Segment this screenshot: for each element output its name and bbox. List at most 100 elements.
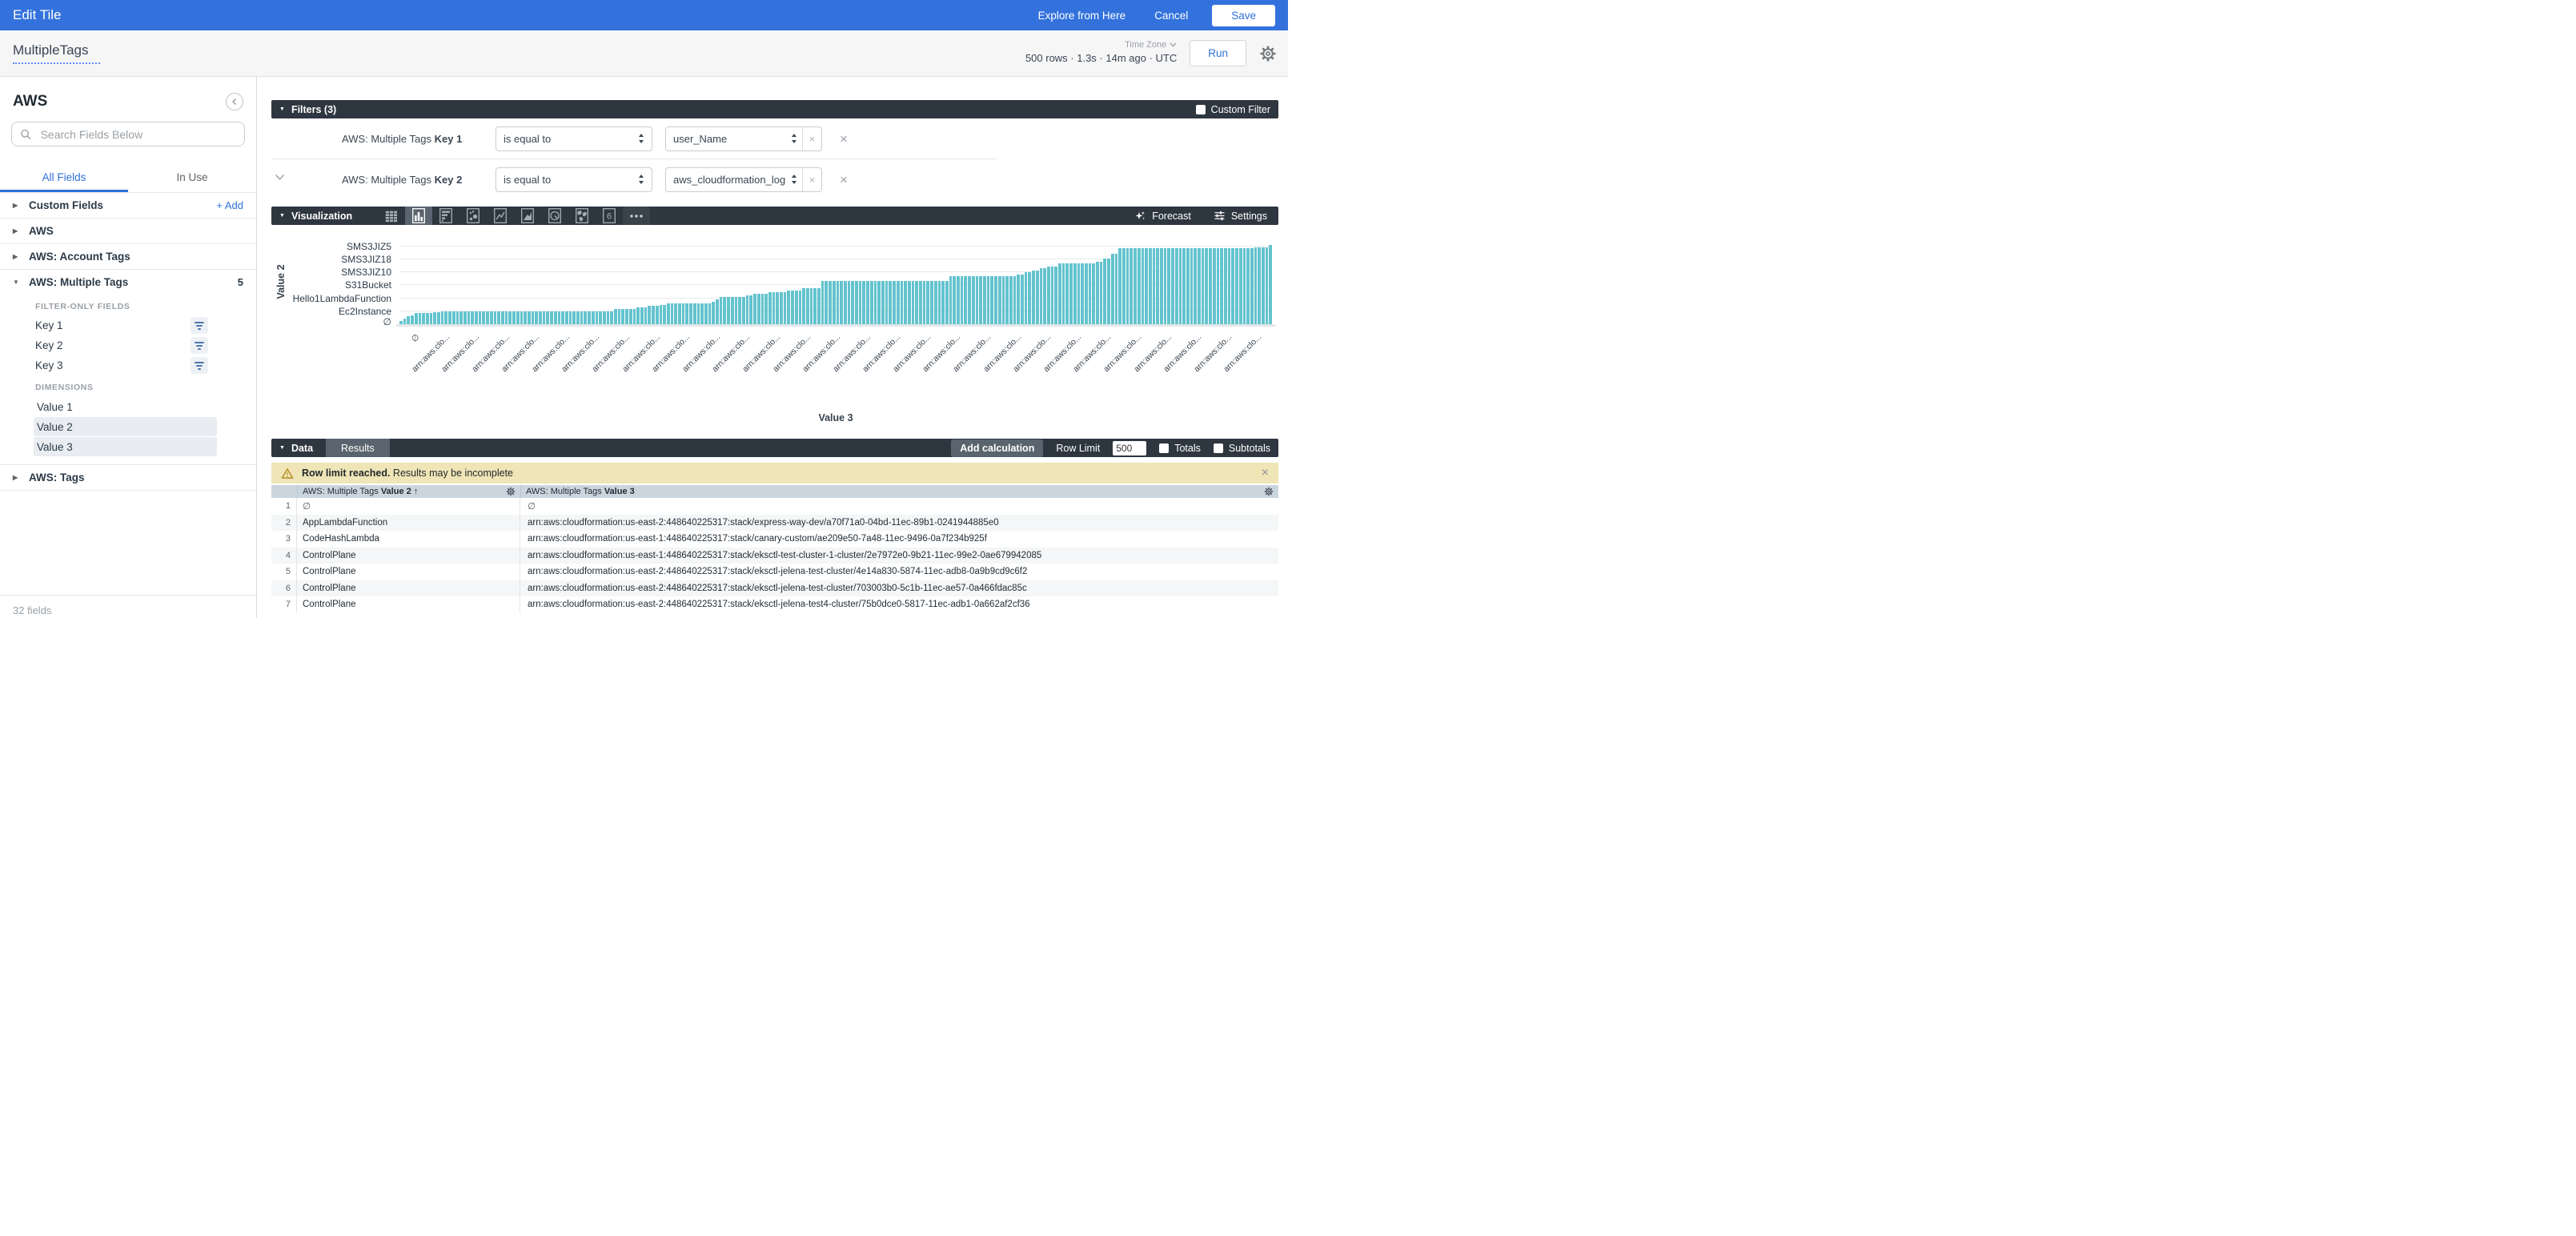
sidebar-item-aws-multiple-tags[interactable]: ▼ AWS: Multiple Tags 5 — [0, 269, 256, 295]
chart-bar — [855, 281, 858, 324]
cell-value-3[interactable]: arn:aws:cloudformation:us-east-2:4486402… — [520, 580, 1278, 597]
scatter-chart-icon[interactable] — [459, 207, 487, 225]
chart-bar — [490, 311, 493, 324]
custom-filter-checkbox[interactable] — [1196, 105, 1206, 114]
cell-value-2[interactable]: ControlPlane — [297, 548, 520, 564]
more-chart-types-icon[interactable] — [623, 207, 650, 225]
cell-value-3[interactable]: arn:aws:cloudformation:us-east-2:4486402… — [520, 596, 1278, 613]
chart-bar — [746, 295, 749, 324]
add-calculation-button[interactable]: Add calculation — [951, 439, 1043, 457]
cell-value-3[interactable]: arn:aws:cloudformation:us-east-2:4486402… — [520, 515, 1278, 532]
filter-icon[interactable] — [191, 317, 208, 334]
totals-toggle[interactable]: Totals — [1159, 443, 1201, 454]
collapse-sidebar-button[interactable] — [226, 93, 243, 110]
totals-checkbox[interactable] — [1159, 443, 1169, 453]
save-button[interactable]: Save — [1212, 5, 1275, 26]
caret-down-icon[interactable]: ▼ — [279, 106, 285, 112]
chart-bar — [652, 306, 655, 324]
clear-value-icon[interactable]: × — [802, 127, 821, 150]
column-chart-icon[interactable] — [405, 207, 432, 225]
caret-down-icon[interactable]: ▼ — [279, 213, 285, 219]
cell-value-3[interactable]: arn:aws:cloudformation:us-east-2:4486402… — [520, 564, 1278, 580]
chart-bar — [558, 311, 561, 324]
y-tick-label: ∅ — [383, 316, 391, 327]
field-key-3[interactable]: Key 3 — [0, 355, 256, 375]
pie-chart-icon[interactable] — [541, 207, 568, 225]
cell-value-2[interactable]: CodeHashLambda — [297, 531, 520, 548]
caret-down-icon[interactable]: ▼ — [279, 445, 285, 451]
cancel-button[interactable]: Cancel — [1154, 10, 1188, 22]
line-chart-icon[interactable] — [487, 207, 514, 225]
sidebar-item-custom-fields[interactable]: ▶ Custom Fields + Add — [0, 192, 256, 218]
viz-settings-button[interactable]: Settings — [1214, 210, 1267, 222]
search-input[interactable] — [39, 127, 236, 142]
tab-all-fields[interactable]: All Fields — [0, 164, 128, 192]
subtotals-checkbox[interactable] — [1214, 443, 1223, 453]
chart-bar — [667, 303, 670, 324]
explore-from-here-button[interactable]: Explore from Here — [1038, 10, 1126, 22]
run-button[interactable]: Run — [1190, 40, 1246, 66]
clear-value-icon[interactable]: × — [802, 168, 821, 191]
chart-bar — [629, 309, 632, 324]
chart-bar — [784, 292, 787, 324]
tab-results[interactable]: Results — [326, 439, 390, 457]
select-spinner-icon — [638, 133, 644, 144]
field-search[interactable] — [11, 122, 245, 146]
gear-icon[interactable] — [506, 487, 516, 496]
single-value-icon[interactable]: 6 — [596, 207, 623, 225]
filter-icon[interactable] — [191, 357, 208, 374]
chart-bar — [1069, 263, 1073, 324]
field-value-3[interactable]: Value 3 — [34, 437, 217, 456]
tab-in-use[interactable]: In Use — [128, 164, 256, 192]
bar-chart-icon[interactable] — [432, 207, 459, 225]
field-value-1[interactable]: Value 1 — [34, 397, 217, 416]
sidebar-item-aws-tags[interactable]: ▶ AWS: Tags — [0, 464, 256, 490]
cell-value-3[interactable]: arn:aws:cloudformation:us-east-1:4486402… — [520, 548, 1278, 564]
warning-bold-text: Row limit reached. — [302, 468, 390, 479]
table-chart-icon[interactable] — [378, 207, 405, 225]
filter-operator-select[interactable]: is equal to — [496, 167, 652, 192]
custom-filter-toggle[interactable]: Custom Filter — [1196, 104, 1278, 115]
chart-bar — [844, 281, 847, 324]
sidebar-item-aws[interactable]: ▶ AWS — [0, 218, 256, 243]
field-key-2[interactable]: Key 2 — [0, 335, 256, 355]
chart-bar — [1194, 248, 1197, 324]
cell-value-2[interactable]: ControlPlane — [297, 580, 520, 597]
filters-section-header[interactable]: ▼ Filters (3) Custom Filter — [271, 100, 1278, 118]
row-limit-input[interactable] — [1113, 441, 1146, 455]
field-key-1[interactable]: Key 1 — [0, 315, 256, 335]
filter-icon[interactable] — [191, 337, 208, 354]
chart-bar — [467, 311, 471, 324]
time-zone-dropdown[interactable]: Time Zone — [1125, 40, 1177, 50]
remove-filter-icon[interactable]: × — [840, 173, 848, 187]
cell-value-2[interactable]: ControlPlane — [297, 564, 520, 580]
gear-icon[interactable] — [1264, 487, 1274, 496]
sidebar-item-aws-account-tags[interactable]: ▶ AWS: Account Tags — [0, 243, 256, 269]
time-zone-label: Time Zone — [1125, 40, 1166, 50]
filter-value-select[interactable]: user_Name × — [665, 126, 822, 151]
column-header-value-2[interactable]: AWS: Multiple Tags Value 2 ↑ — [297, 485, 520, 498]
cell-value-2[interactable]: ∅ — [297, 498, 520, 515]
data-header-label: Data — [291, 443, 313, 454]
chart-bar — [528, 311, 531, 324]
chart-bar — [459, 311, 463, 324]
add-custom-field-button[interactable]: + Add — [216, 199, 243, 211]
forecast-button[interactable]: Forecast — [1134, 210, 1191, 222]
expand-filter-chevron-icon[interactable] — [275, 174, 285, 181]
cell-value-3[interactable]: ∅ — [520, 498, 1278, 515]
column-header-value-3[interactable]: AWS: Multiple Tags Value 3 — [520, 485, 1278, 498]
cell-value-2[interactable]: ControlPlane — [297, 596, 520, 613]
map-chart-icon[interactable] — [568, 207, 596, 225]
cell-value-3[interactable]: arn:aws:cloudformation:us-east-1:4486402… — [520, 531, 1278, 548]
field-value-2[interactable]: Value 2 — [34, 417, 217, 436]
remove-filter-icon[interactable]: × — [840, 132, 848, 146]
filter-operator-select[interactable]: is equal to — [496, 126, 652, 151]
filter-value-select[interactable]: aws_cloudformation_logical_id × — [665, 167, 822, 192]
chart-plot-area — [399, 236, 1272, 324]
subtotals-toggle[interactable]: Subtotals — [1214, 443, 1270, 454]
close-icon[interactable]: × — [1262, 467, 1269, 480]
area-chart-icon[interactable] — [514, 207, 541, 225]
gear-icon[interactable] — [1259, 45, 1277, 62]
cell-value-2[interactable]: AppLambdaFunction — [297, 515, 520, 532]
query-title[interactable]: MultipleTags — [13, 42, 100, 64]
